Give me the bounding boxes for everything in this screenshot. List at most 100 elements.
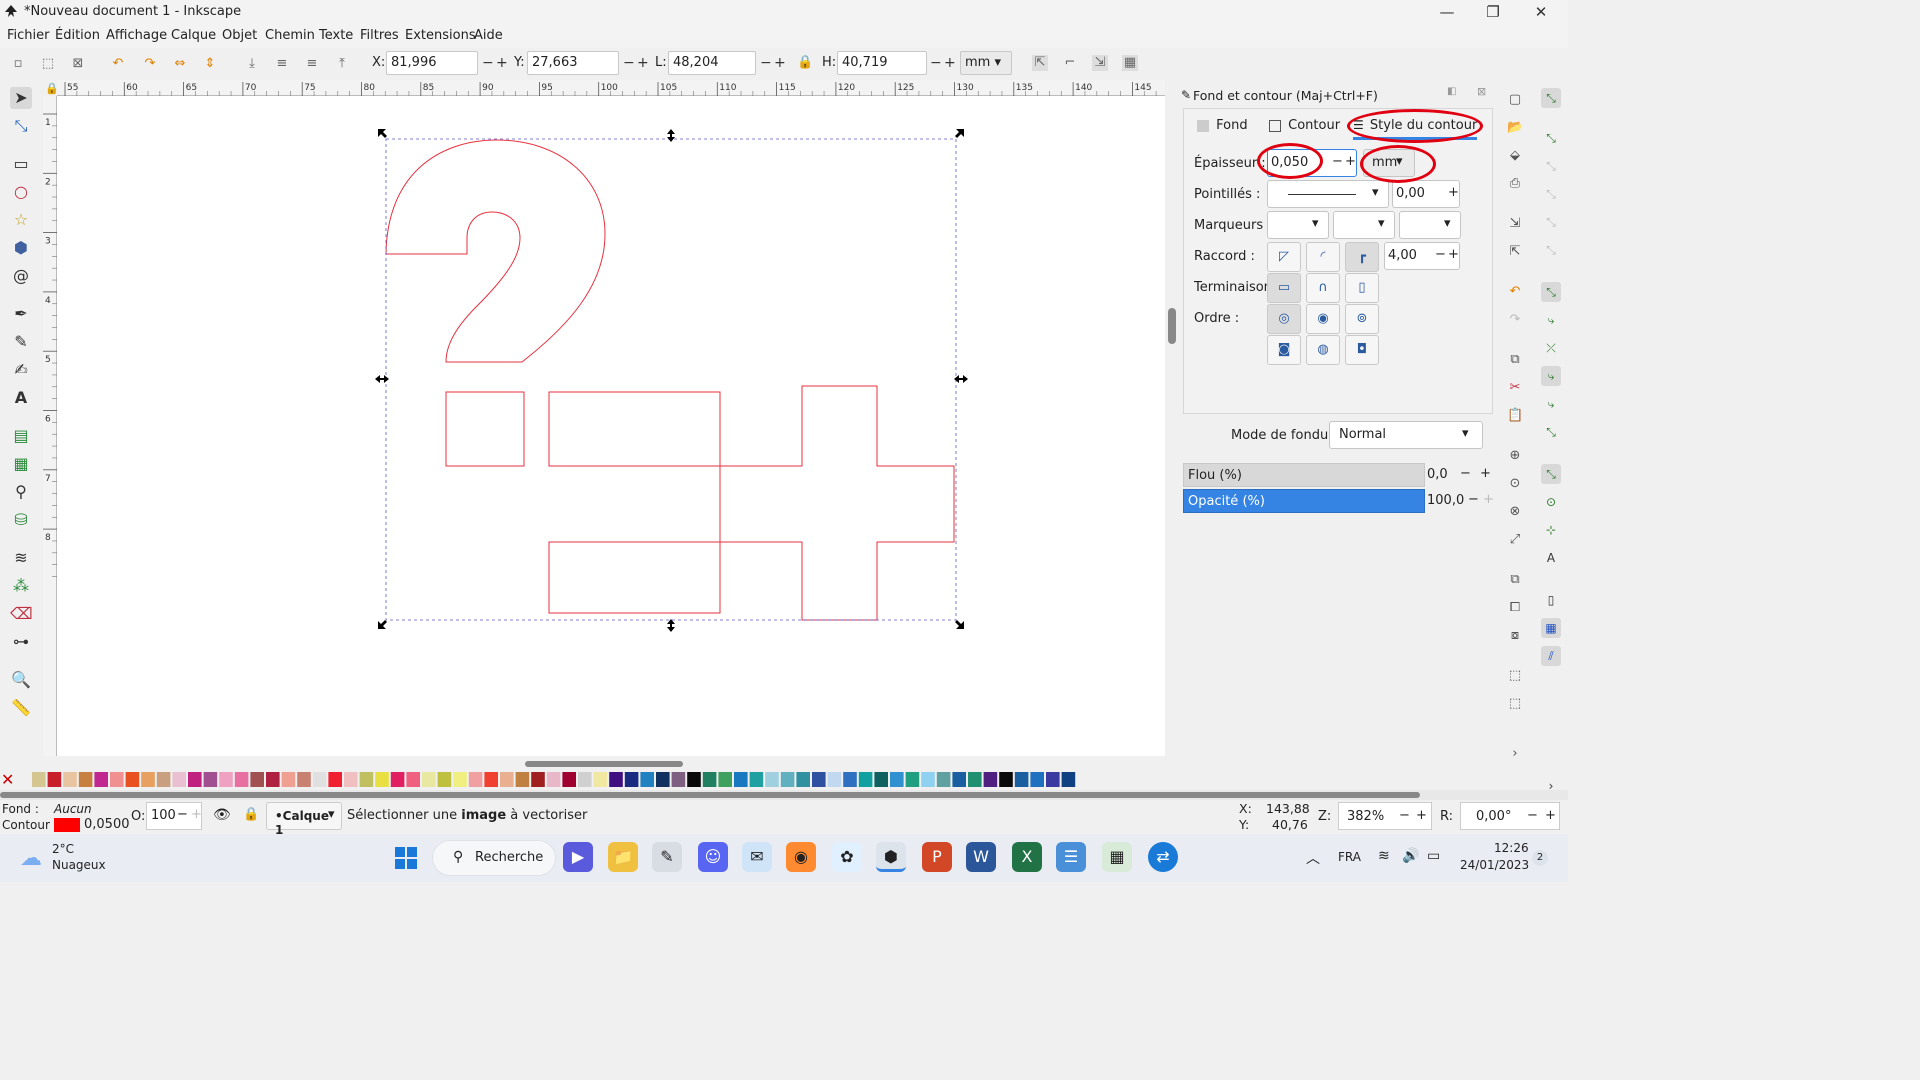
palette-swatch[interactable] [624, 772, 639, 787]
transform-patterns-icon[interactable]: ▦ [1122, 55, 1138, 71]
vertical-scroll-thumb[interactable] [1168, 308, 1176, 344]
palette-swatch[interactable] [1061, 772, 1076, 787]
palette-swatch[interactable] [125, 772, 140, 787]
zoom-increment[interactable]: + [1416, 808, 1427, 823]
palette-swatch[interactable] [500, 772, 514, 787]
lower-to-bottom-icon[interactable]: ⤓ [244, 56, 260, 72]
calligraphy-tool-icon[interactable]: ✍ [10, 359, 32, 381]
order-fill-stroke-markers-button[interactable]: ◎ [1267, 304, 1301, 334]
rotation-input[interactable]: 0,00° − + [1460, 802, 1560, 830]
file-explorer-icon[interactable]: 📁 [608, 842, 638, 872]
palette-swatch[interactable] [562, 772, 576, 787]
dash-offset-input[interactable]: 0,00 + [1392, 180, 1460, 208]
vertical-scrollbar[interactable] [1165, 96, 1179, 756]
palette-swatch[interactable] [780, 772, 795, 787]
cut-icon[interactable]: ✂ [1507, 380, 1523, 396]
join-round-button[interactable]: ◜ [1306, 242, 1340, 272]
miter-limit-input[interactable]: 4,00 − + [1384, 242, 1460, 270]
weather-temp[interactable]: 2°C [52, 842, 74, 856]
palette-swatch[interactable] [812, 772, 826, 787]
join-bevel-button[interactable]: ◸ [1267, 242, 1301, 272]
palette-swatch[interactable] [375, 772, 389, 787]
transform-gradients-icon[interactable]: ⇲ [1092, 55, 1108, 71]
eraser-tool-icon[interactable]: ⌫ [10, 603, 33, 625]
toggle-visibility-icon[interactable]: 👁 [213, 807, 231, 823]
palette-swatch[interactable] [921, 772, 935, 787]
ellipse-tool-icon[interactable]: ○ [10, 181, 32, 203]
y-decrement-button[interactable]: − [623, 55, 635, 71]
order-fill-markers-stroke-button[interactable]: ⊚ [1345, 304, 1379, 334]
open-icon[interactable]: 📂 [1507, 120, 1523, 136]
palette-swatch[interactable] [172, 772, 186, 787]
toggle-lock-icon[interactable]: 🔒 [243, 807, 259, 822]
palette-swatch[interactable] [952, 772, 966, 787]
palette-swatch[interactable] [297, 772, 311, 787]
palette-swatch[interactable] [78, 772, 93, 787]
inkscape-app-icon[interactable]: ⬢ [876, 842, 906, 872]
snap-bbox-edges-icon[interactable]: ⤡ [1541, 156, 1561, 176]
tweak-tool-icon[interactable]: ≋ [10, 547, 32, 569]
palette-swatch[interactable] [968, 772, 982, 787]
palette-swatch[interactable] [827, 772, 842, 787]
palette-swatch[interactable] [858, 772, 873, 787]
language-indicator[interactable]: FRA [1338, 850, 1361, 864]
opacity-input-increment[interactable]: + [191, 807, 202, 822]
dash-offset-increment[interactable]: + [1448, 185, 1459, 200]
menu-extensions[interactable]: Extensions [405, 28, 476, 43]
print-icon[interactable]: ⎙ [1507, 176, 1523, 192]
stroke-swatch[interactable] [54, 818, 80, 832]
order-stroke-markers-fill-button[interactable]: ◍ [1306, 335, 1340, 365]
palette-swatch[interactable] [749, 772, 764, 787]
spiral-tool-icon[interactable]: @ [10, 265, 32, 287]
palette-swatch[interactable] [593, 772, 608, 787]
layer-select[interactable]: •Calque 1 ▾ [266, 802, 342, 837]
palette-swatch[interactable] [328, 772, 342, 787]
snap-midpoints-icon[interactable]: ⤡ [1541, 422, 1561, 442]
palette-swatch[interactable] [47, 772, 62, 787]
palette-swatch[interactable] [437, 772, 452, 787]
game-app-icon[interactable]: ✿ [832, 842, 862, 872]
join-miter-button[interactable]: ┏ [1345, 242, 1379, 272]
palette-swatch[interactable] [203, 772, 218, 787]
snap-bbox-midpoints-icon[interactable]: ⤡ [1541, 212, 1561, 232]
menu-affichage[interactable]: Affichage [106, 28, 167, 43]
powerpoint-app-icon[interactable]: P [922, 842, 952, 872]
palette-swatch[interactable] [874, 772, 888, 787]
more-chevron-icon[interactable]: › [1507, 746, 1523, 762]
zoom-drawing-icon[interactable]: ⊙ [1507, 476, 1523, 492]
marker-start-select[interactable]: ▾ [1267, 211, 1329, 239]
zoom-selection-icon[interactable]: ⊕ [1507, 448, 1523, 464]
battery-icon[interactable]: ▭ [1427, 848, 1440, 864]
windows-start-icon[interactable] [392, 844, 420, 872]
palette-scrollbar[interactable] [0, 790, 1568, 800]
palette-scroll-thumb[interactable] [0, 792, 1420, 798]
horizontal-scrollbar[interactable] [57, 758, 1167, 770]
ruler-lock-icon[interactable]: 🔒 [45, 82, 59, 95]
palette-swatch[interactable] [266, 772, 280, 787]
close-button[interactable]: ✕ [1518, 2, 1564, 22]
raise-to-top-icon[interactable]: ⤒ [334, 56, 350, 72]
snap-page-border-icon[interactable]: ▯ [1541, 590, 1561, 610]
snap-rotation-center-icon[interactable]: ⊹ [1541, 520, 1561, 540]
x-input[interactable]: 81,996 [386, 51, 478, 75]
palette-swatch[interactable] [609, 772, 623, 787]
palette-swatch[interactable] [312, 772, 327, 787]
palette-swatch[interactable] [578, 772, 592, 787]
rotate-cw-icon[interactable]: ↷ [142, 56, 158, 72]
tab-fond[interactable]: Fond [1197, 118, 1248, 140]
palette-swatch[interactable] [484, 772, 498, 787]
import-icon[interactable]: ⇲ [1507, 216, 1523, 232]
selector-tool-icon[interactable]: ➤ [10, 87, 32, 109]
blur-decrement[interactable]: − [1460, 466, 1471, 481]
palette-swatch[interactable] [890, 772, 904, 787]
order-stroke-fill-markers-button[interactable]: ◉ [1306, 304, 1340, 334]
snap-guides-icon[interactable]: ⫽ [1541, 646, 1561, 666]
palette-swatch[interactable] [63, 772, 77, 787]
palette-swatch[interactable] [1014, 772, 1029, 787]
discord-app-icon[interactable]: ☺ [698, 842, 728, 872]
unlink-clone-icon[interactable]: ⧇ [1507, 628, 1523, 644]
dash-pattern-select[interactable]: ▾ [1267, 180, 1389, 208]
h-decrement-button[interactable]: − [930, 55, 942, 71]
measure-tool-icon[interactable]: 📏 [10, 697, 32, 719]
snap-paths-icon[interactable]: ⤷ [1541, 310, 1561, 330]
